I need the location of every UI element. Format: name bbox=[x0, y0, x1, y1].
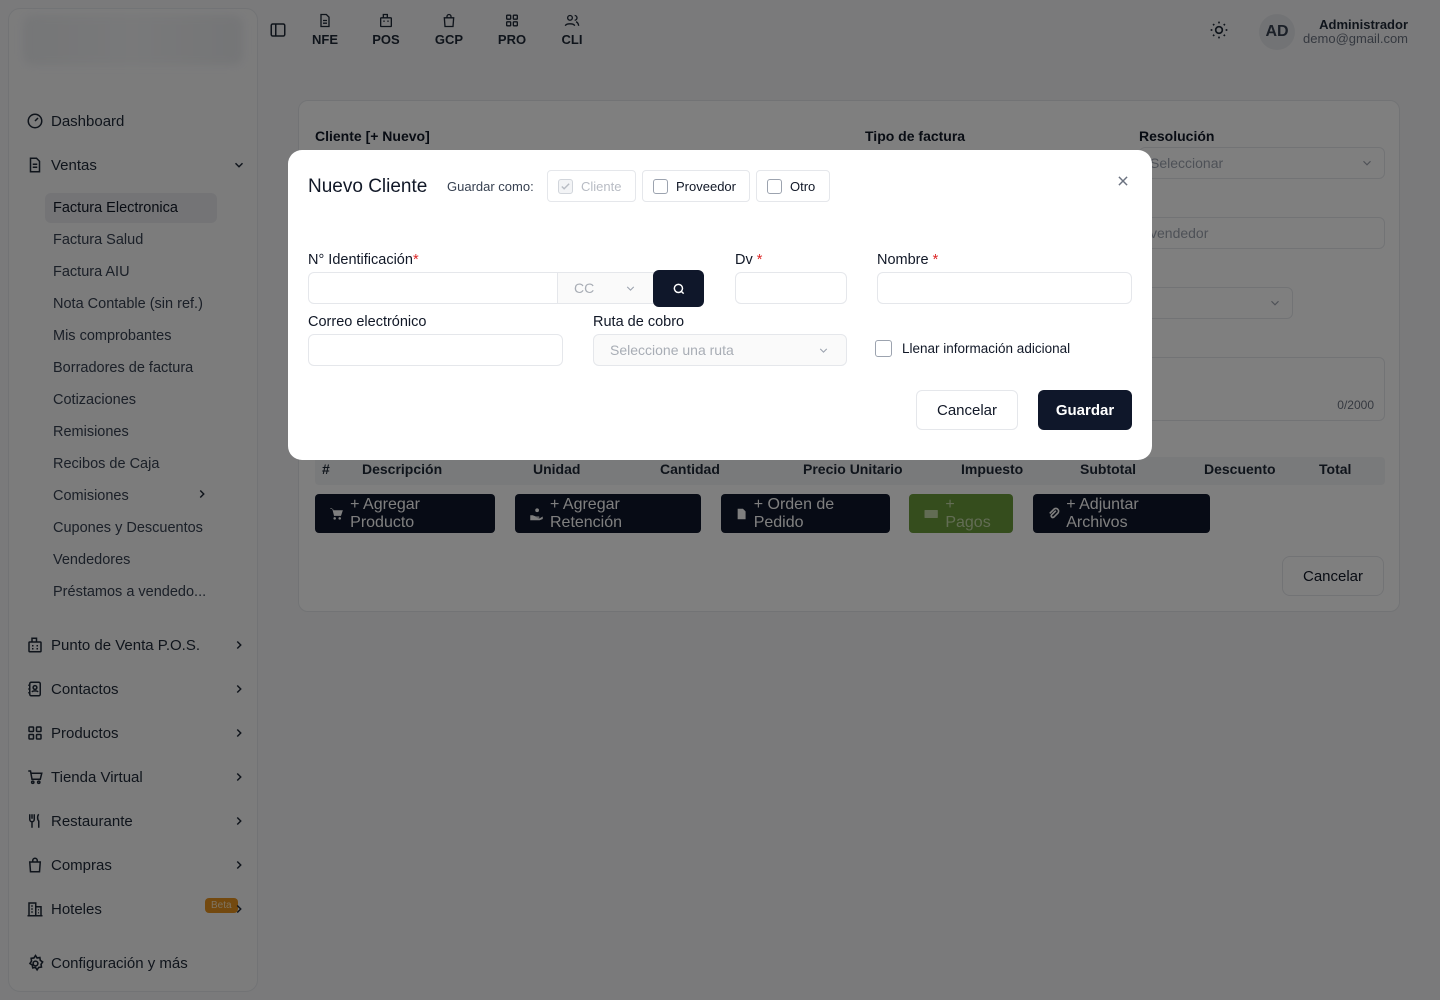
email-input[interactable] bbox=[308, 334, 563, 366]
search-icon bbox=[673, 283, 684, 294]
modal-cancel-button[interactable]: Cancelar bbox=[916, 390, 1018, 430]
dv-label-text: Dv bbox=[735, 252, 753, 268]
id-label-text: N° Identificación bbox=[308, 252, 413, 268]
type-otro-checkbox[interactable]: Otro bbox=[756, 170, 830, 202]
name-input[interactable] bbox=[877, 272, 1132, 304]
close-icon[interactable] bbox=[1114, 172, 1132, 190]
type-proveedor-label: Proveedor bbox=[676, 178, 736, 194]
required-mark: * bbox=[932, 252, 939, 268]
route-placeholder: Seleccione una ruta bbox=[610, 342, 734, 358]
id-type-value: CC bbox=[574, 280, 595, 296]
name-label: Nombre * bbox=[877, 252, 938, 268]
type-proveedor-checkbox[interactable]: Proveedor bbox=[642, 170, 750, 202]
dv-input[interactable] bbox=[735, 272, 847, 304]
checkbox-square bbox=[875, 340, 892, 357]
email-label: Correo electrónico bbox=[308, 314, 427, 330]
new-client-modal: Nuevo Cliente Guardar como: Cliente Prov… bbox=[288, 150, 1152, 460]
modal-save-button[interactable]: Guardar bbox=[1038, 390, 1132, 430]
chevron-down-icon bbox=[819, 347, 828, 353]
check-icon bbox=[558, 178, 573, 194]
name-label-text: Nombre bbox=[877, 252, 929, 268]
search-id-button[interactable] bbox=[653, 270, 704, 307]
id-number-input[interactable] bbox=[308, 272, 558, 304]
type-otro-label: Otro bbox=[790, 178, 816, 194]
checkbox-square bbox=[767, 178, 782, 194]
required-mark: * bbox=[756, 252, 763, 268]
id-label: N° Identificación* bbox=[308, 252, 419, 268]
extra-info-label: Llenar información adicional bbox=[902, 341, 1071, 356]
type-cliente-checkbox[interactable]: Cliente bbox=[547, 170, 636, 202]
modal-title: Nuevo Cliente bbox=[308, 176, 428, 197]
id-type-select[interactable]: CC bbox=[557, 272, 654, 304]
save-as-label: Guardar como: bbox=[447, 179, 534, 194]
dv-label: Dv * bbox=[735, 252, 762, 268]
route-label: Ruta de cobro bbox=[593, 314, 685, 330]
checkbox-square bbox=[653, 178, 668, 194]
type-cliente-label: Cliente bbox=[581, 178, 622, 194]
extra-info-checkbox[interactable]: Llenar información adicional bbox=[875, 340, 1070, 357]
chevron-down-icon bbox=[626, 285, 635, 291]
route-select[interactable]: Seleccione una ruta bbox=[593, 334, 847, 366]
required-mark: * bbox=[412, 252, 419, 268]
